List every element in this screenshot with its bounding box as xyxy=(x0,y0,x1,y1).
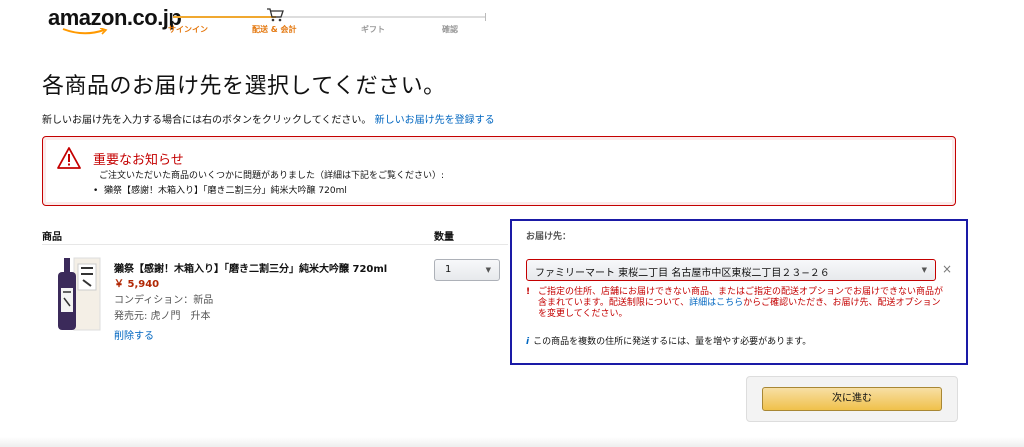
warning-icon xyxy=(57,147,81,169)
notice-description: ご注文いただいた商品のいくつかに問題がありました（詳細は下記をご覧ください）: xyxy=(99,171,445,181)
address-info: i この商品を複数の住所に発送するには、量を増やす必要があります。 xyxy=(526,334,811,347)
smile-icon xyxy=(62,28,108,35)
chevron-down-icon: ▼ xyxy=(485,266,491,274)
page-title: 各商品のお届け先を選択してください。 xyxy=(42,74,446,99)
destination-panel: お届け先： ファミリーマート 東桜二丁目 名古屋市中区東桜二丁目２３−２６ ▼ … xyxy=(510,219,968,365)
continue-box: 次に進む xyxy=(746,376,958,422)
step-confirm: 確認 xyxy=(442,25,458,34)
delete-link[interactable]: 削除する xyxy=(114,327,154,342)
quantity-select[interactable]: 1 ▼ xyxy=(434,259,500,281)
progress-tick xyxy=(172,13,173,21)
info-text: この商品を複数の住所に発送するには、量を増やす必要があります。 xyxy=(533,337,812,347)
next-button[interactable]: 次に進む xyxy=(762,387,942,411)
address-value: ファミリーマート 東桜二丁目 名古屋市中区東桜二丁目２３−２６ xyxy=(535,268,830,279)
quantity-value: 1 xyxy=(445,264,452,275)
chevron-down-icon: ▼ xyxy=(921,266,927,274)
details-link[interactable]: 詳細はこちら xyxy=(689,298,743,308)
step-gift: ギフト xyxy=(361,25,385,34)
progress-tick xyxy=(485,13,486,21)
product-image xyxy=(58,257,101,331)
column-quantity: 数量 xyxy=(434,232,454,243)
new-address-link[interactable]: 新しいお届け先を登録する xyxy=(375,115,495,126)
step-signin: サインイン xyxy=(168,25,208,34)
exclamation-icon: ! xyxy=(526,287,531,297)
important-notice: 重要なお知らせ ご注文いただいた商品のいくつかに問題がありました（詳細は下記をご… xyxy=(42,136,956,206)
info-icon: i xyxy=(526,337,530,347)
checkout-progress: サインイン 配送 & 会計 ギフト 確認 xyxy=(166,0,496,40)
notice-item: • 獺祭【感謝！木箱入り】「磨き二割三分」純米大吟醸 720ml xyxy=(93,186,347,196)
product-seller: 発売元: 虎ノ門 升本 xyxy=(114,311,211,322)
notice-title: 重要なお知らせ xyxy=(93,153,184,168)
amazon-logo[interactable]: amazon.co.jp xyxy=(48,5,182,35)
page-subtitle: 新しいお届け先を入力する場合には右のボタンをクリックしてください。 新しいお届け… xyxy=(42,111,495,126)
column-divider xyxy=(42,244,508,245)
product-name[interactable]: 獺祭【感謝！木箱入り】「磨き二割三分」純米大吟醸 720ml xyxy=(114,260,387,275)
cart-icon xyxy=(267,8,284,22)
step-shipping: 配送 & 会計 xyxy=(252,25,297,34)
progress-track-done xyxy=(172,16,276,18)
product-condition: コンディション：新品 xyxy=(114,295,214,306)
logo-text: amazon.co.jp xyxy=(48,5,182,30)
subtitle-text: 新しいお届け先を入力する場合には右のボタンをクリックしてください。 xyxy=(42,115,372,126)
address-select[interactable]: ファミリーマート 東桜二丁目 名古屋市中区東桜二丁目２３−２６ ▼ xyxy=(526,259,936,281)
column-product: 商品 xyxy=(42,232,62,243)
column-destination: お届け先： xyxy=(526,232,572,242)
product-price: ￥ 5,940 xyxy=(114,279,160,290)
page-bottom-shadow xyxy=(0,437,1024,447)
close-icon[interactable]: × xyxy=(942,262,952,276)
warning-text: ご指定の住所、店舗にお届けできない商品、またはご指定の配送オプションでお届けでき… xyxy=(538,287,946,320)
notice-item-text: 獺祭【感謝！木箱入り】「磨き二割三分」純米大吟醸 720ml xyxy=(104,186,347,196)
